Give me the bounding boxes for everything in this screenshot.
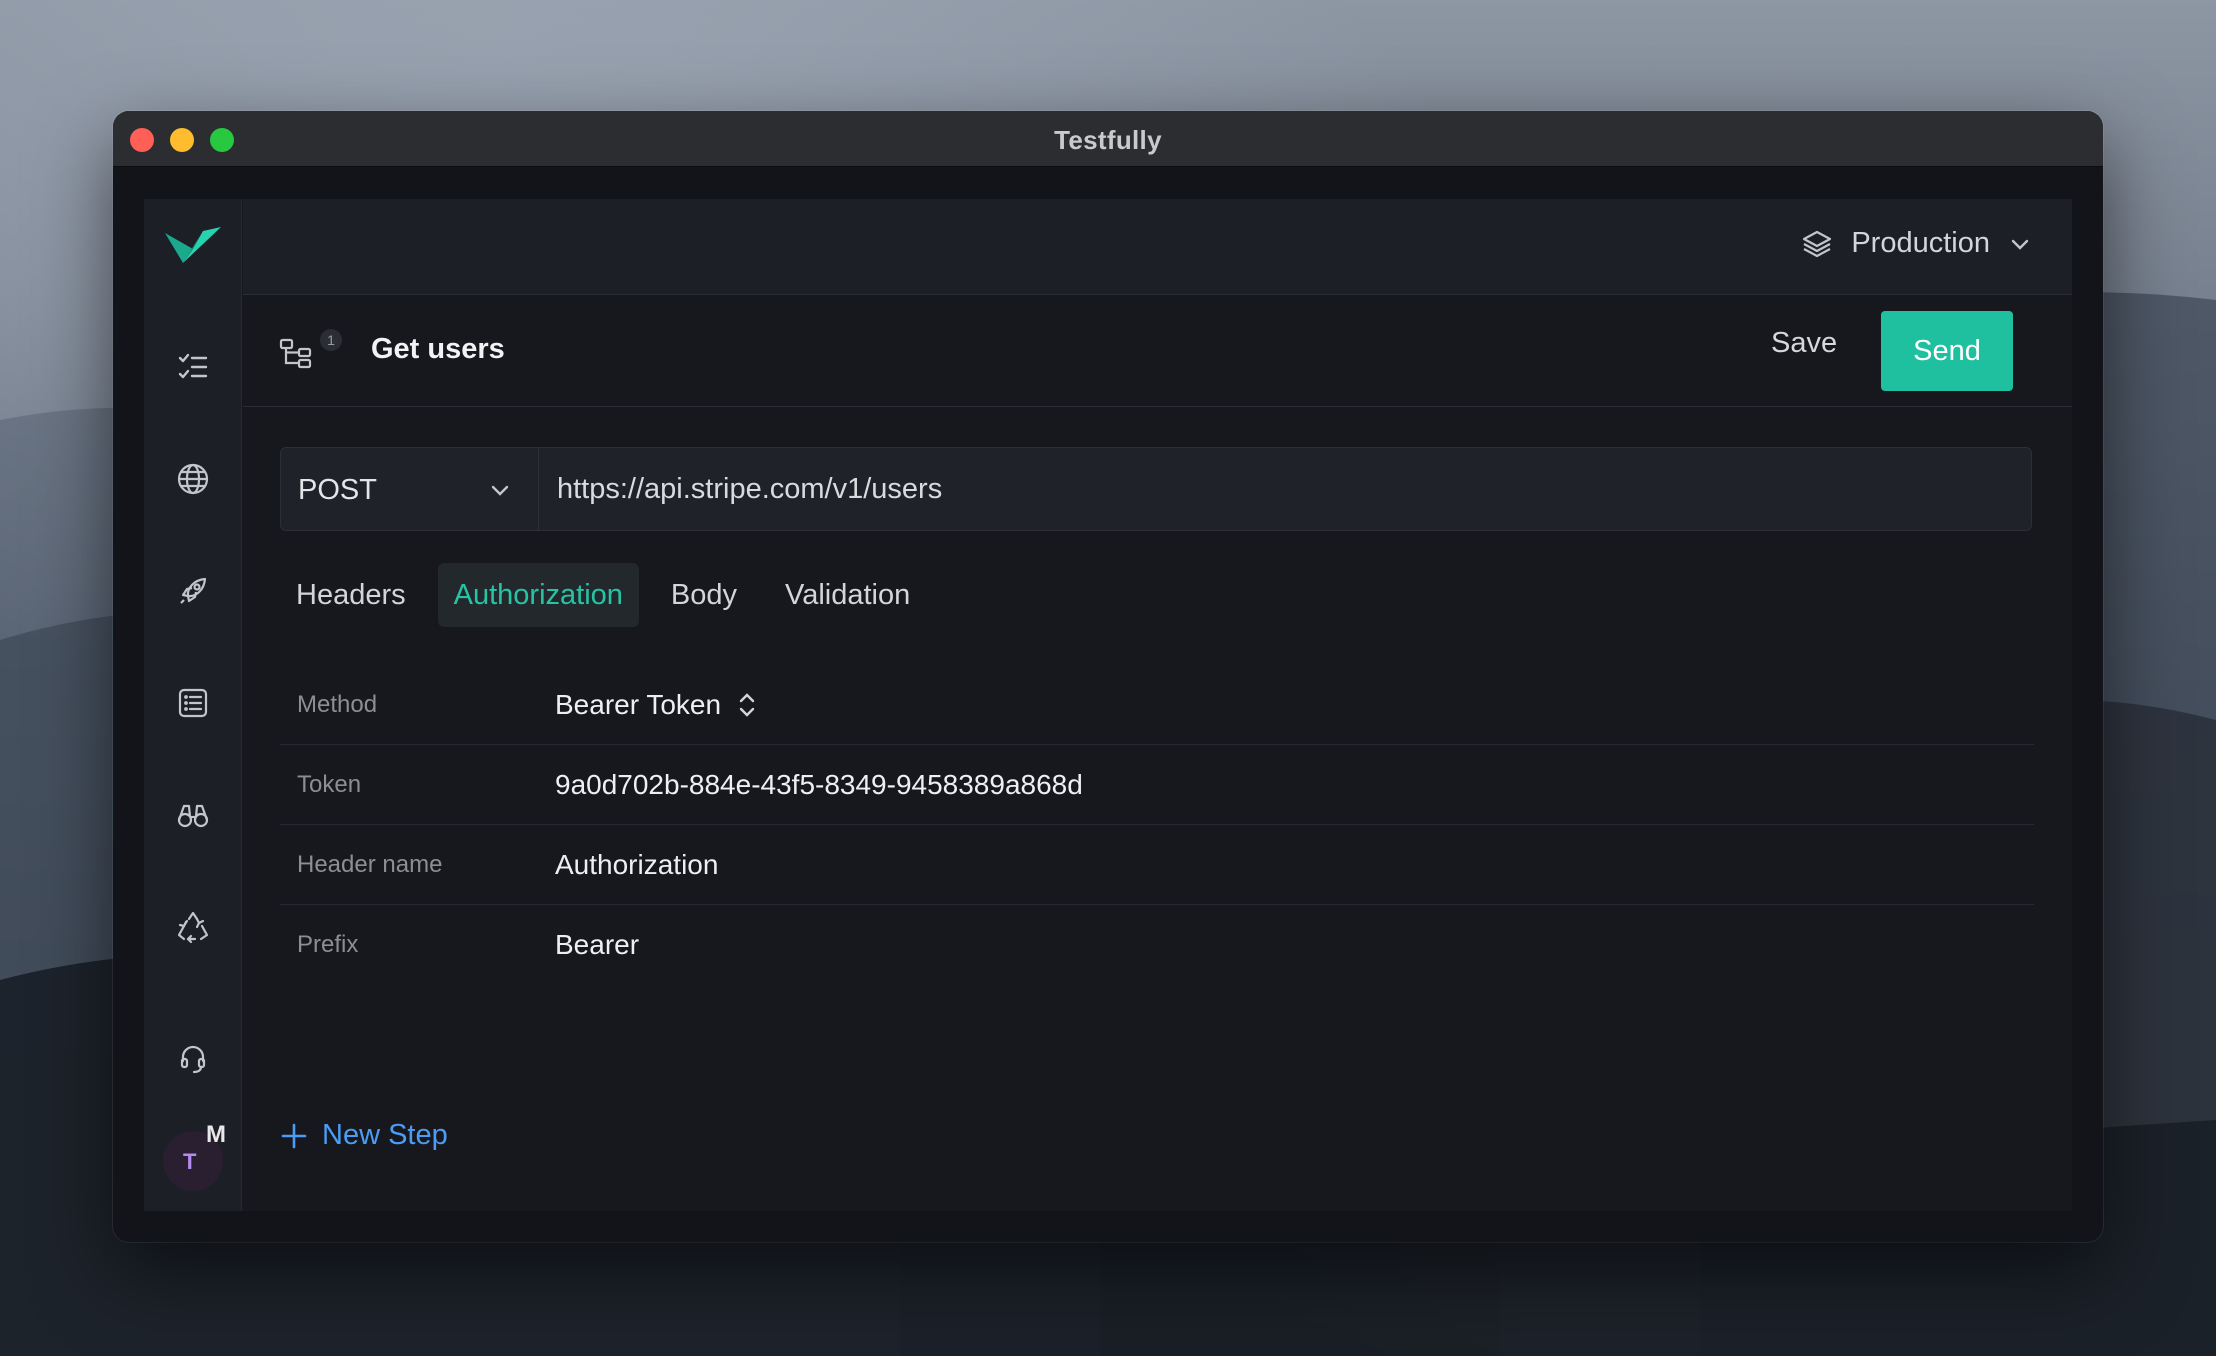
binoculars-icon xyxy=(177,804,209,828)
tab-validation[interactable]: Validation xyxy=(769,563,926,627)
workspace-badge: M xyxy=(206,1121,226,1148)
auth-method-select[interactable]: Bearer Token xyxy=(555,689,757,721)
sidebar-item-trash[interactable] xyxy=(173,907,213,947)
tab-body[interactable]: Body xyxy=(655,563,753,627)
sidebar-item-requests[interactable] xyxy=(173,347,213,387)
sidebar-item-runner[interactable] xyxy=(173,571,213,611)
main-area: Production 1 Get users Save Send POST ht… xyxy=(243,199,2072,1211)
new-step-label: New Step xyxy=(322,1119,448,1151)
auth-fields: Method Bearer Token Token 9a0d702b-884e-… xyxy=(280,665,2034,985)
step-count-badge: 1 xyxy=(320,329,342,351)
prefix-field[interactable]: Bearer xyxy=(555,929,639,961)
sidebar: T M xyxy=(144,199,242,1211)
chevron-down-icon xyxy=(2011,239,2029,250)
window-title: Testfully xyxy=(1054,125,1162,155)
request-header: 1 Get users Save Send xyxy=(243,295,2072,407)
environment-label: Production xyxy=(1851,227,1990,259)
field-label: Token xyxy=(297,771,362,798)
auth-token-row: Token 9a0d702b-884e-43f5-8349-9458389a86… xyxy=(280,745,2034,825)
plus-icon xyxy=(281,1123,307,1148)
checklist-icon xyxy=(178,353,208,379)
send-button[interactable]: Send xyxy=(1881,311,2013,391)
http-method-value: POST xyxy=(298,474,377,506)
layers-icon xyxy=(1803,230,1832,257)
auth-method-value: Bearer Token xyxy=(555,689,722,720)
http-method-select[interactable]: POST xyxy=(281,448,539,530)
header-name-field[interactable]: Authorization xyxy=(555,849,718,881)
recycle-icon xyxy=(177,911,209,944)
save-button[interactable]: Save xyxy=(1771,327,1837,360)
globe-icon xyxy=(177,463,209,495)
sidebar-item-support[interactable] xyxy=(173,1039,213,1079)
request-title[interactable]: Get users xyxy=(371,333,505,366)
testfully-logo-icon[interactable] xyxy=(163,223,223,271)
chevron-down-icon xyxy=(491,485,509,496)
sidebar-item-history[interactable] xyxy=(173,683,213,723)
top-bar: Production xyxy=(243,199,2072,295)
avatar-initial: T xyxy=(183,1149,197,1174)
tab-authorization[interactable]: Authorization xyxy=(437,563,639,627)
request-tabs: Headers Authorization Body Validation xyxy=(280,563,942,627)
list-document-icon xyxy=(178,688,208,718)
app-window: Testfully T M Production 1 Get users Sav… xyxy=(113,111,2103,1242)
title-bar: Testfully xyxy=(113,111,2103,167)
chevron-up-down-icon xyxy=(739,693,755,717)
auth-method-row: Method Bearer Token xyxy=(280,665,2034,745)
environment-selector[interactable]: Production xyxy=(1801,227,2032,260)
field-label: Prefix xyxy=(297,931,359,958)
field-label: Method xyxy=(297,691,378,718)
sidebar-item-environments[interactable] xyxy=(173,459,213,499)
new-step-button[interactable]: New Step xyxy=(280,1119,448,1152)
step-tree-icon[interactable] xyxy=(279,337,313,369)
url-input[interactable] xyxy=(539,448,2031,530)
url-bar: POST xyxy=(280,447,2032,531)
app-content: T M Production 1 Get users Save Send POS… xyxy=(144,199,2072,1211)
headset-icon xyxy=(180,1045,206,1074)
auth-header-name-row: Header name Authorization xyxy=(280,825,2034,905)
field-label: Header name xyxy=(297,851,443,878)
auth-prefix-row: Prefix Bearer xyxy=(280,905,2034,985)
sidebar-item-monitors[interactable] xyxy=(173,795,213,835)
tab-headers[interactable]: Headers xyxy=(280,563,422,627)
rocket-icon xyxy=(180,577,207,604)
token-field[interactable]: 9a0d702b-884e-43f5-8349-9458389a868d xyxy=(555,769,1083,801)
